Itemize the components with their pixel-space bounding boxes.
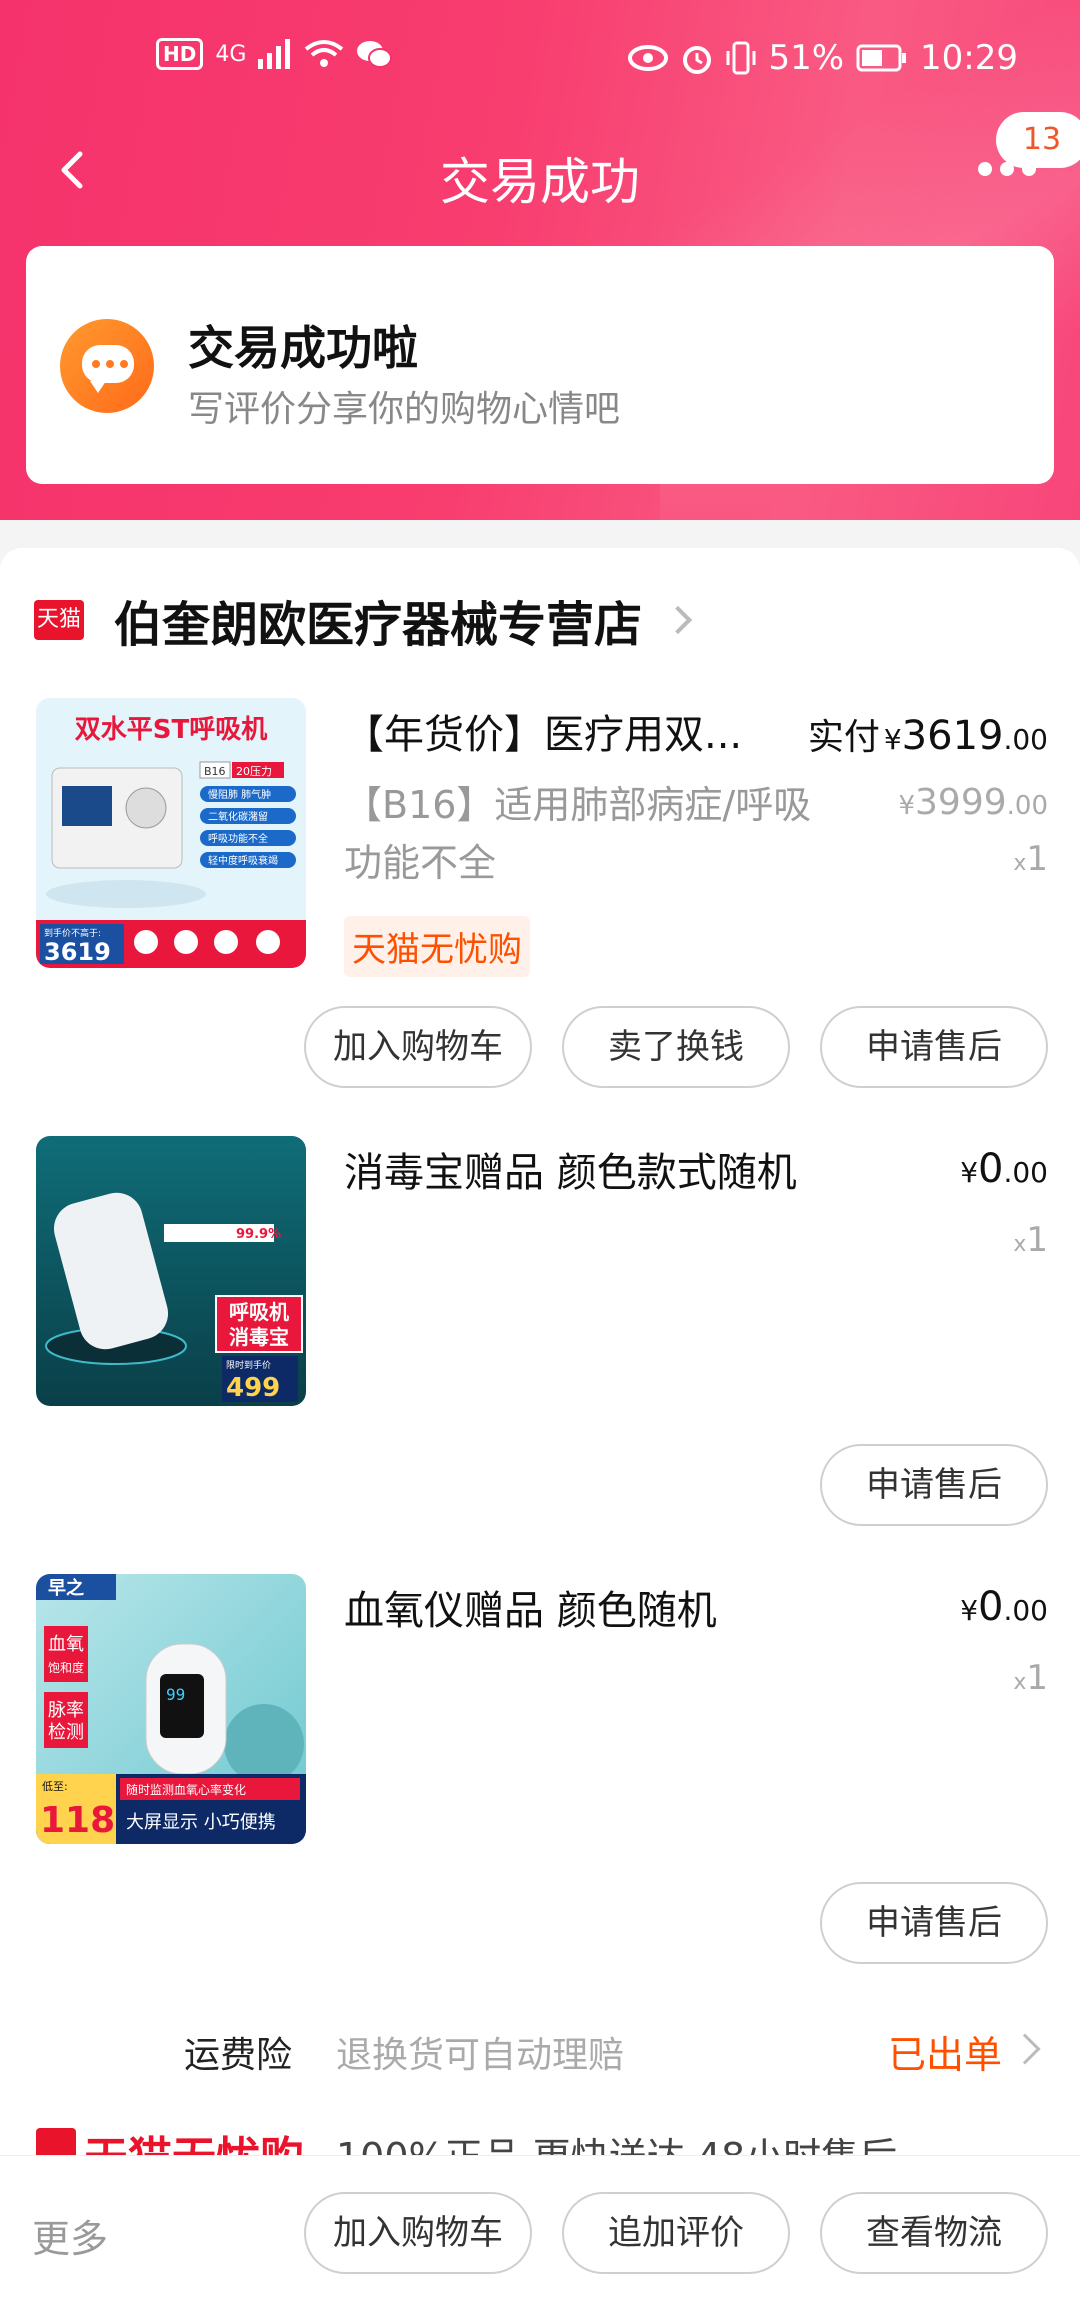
chevron-right-icon (1009, 2033, 1041, 2065)
battery-icon (856, 44, 907, 72)
tmall-icon: 天猫 (34, 600, 84, 640)
after-sales-button[interactable]: 申请售后 (820, 1882, 1048, 1964)
product-spec: 【B16】适用肺部病症/呼吸功能不全 (344, 783, 812, 885)
shipping-insurance-row[interactable]: 运费险 退换货可自动理赔 已出单 (0, 2018, 1080, 2078)
view-logistics-button[interactable]: 查看物流 (820, 2192, 1048, 2274)
add-review-button[interactable]: 追加评价 (562, 2192, 790, 2274)
svg-text:呼吸功能不全: 呼吸功能不全 (208, 832, 268, 845)
quantity: x1 (1013, 1658, 1048, 1698)
add-to-cart-button[interactable]: 加入购物车 (304, 1006, 532, 1088)
price-block: ¥0.00 x1 (960, 1146, 1048, 1260)
shipping-insurance-desc: 退换货可自动理赔 (336, 2035, 625, 2076)
success-subtitle: 写评价分享你的购物心情吧 (188, 389, 621, 430)
success-title: 交易成功啦 (188, 321, 418, 375)
svg-text:慢阻肺 肺气肿: 慢阻肺 肺气肿 (208, 788, 271, 801)
quantity: x1 (1013, 1220, 1048, 1260)
network-label: 4G (215, 41, 247, 67)
product-image[interactable]: 双水平ST呼吸机 B16 20压力 慢阻肺 肺气肿 二氧化碳潴留 呼吸功能不全 … (36, 698, 306, 968)
svg-text:脉率: 脉率 (48, 1700, 84, 1721)
svg-text:99: 99 (166, 1685, 185, 1704)
battery-percent: 51% (768, 38, 845, 78)
store-name[interactable]: 伯奎朗欧医疗器械专营店 (114, 585, 642, 655)
svg-text:消毒宝: 消毒宝 (229, 1325, 289, 1349)
svg-text:随时监测血氧心率变化: 随时监测血氧心率变化 (126, 1782, 246, 1797)
price-block: ¥0.00 x1 (960, 1584, 1048, 1698)
bottom-action-bar: 更多 加入购物车 追加评价 查看物流 (0, 2155, 1080, 2310)
svg-text:低至:: 低至: (42, 1780, 68, 1793)
order-card: 天猫 伯奎朗欧医疗器械专营店 双水平ST呼吸机 B16 20压力 慢阻肺 肺气肿… (0, 548, 1080, 2188)
svg-text:99.9%: 99.9% (236, 1227, 281, 1242)
original-price: ¥3999.00 (898, 782, 1048, 823)
price-block: 实付 ¥3619.00 ¥3999.00 x1 (808, 708, 1048, 879)
svg-text:499: 499 (226, 1373, 280, 1403)
wechat-icon (357, 41, 393, 68)
svg-text:轻中度呼吸衰竭: 轻中度呼吸衰竭 (208, 854, 278, 867)
quantity: x1 (1013, 839, 1048, 879)
after-sales-button[interactable]: 申请售后 (820, 1006, 1048, 1088)
product-title[interactable]: 【年货价】医疗用双... (344, 702, 742, 760)
product-image[interactable]: 99.9% 呼吸机 消毒宝 限时到手价 499 (36, 1136, 306, 1406)
clock-time: 10:29 (920, 38, 1018, 78)
success-card[interactable]: 交易成功啦 写评价分享你的购物心情吧 (26, 246, 1054, 484)
eye-icon (628, 45, 669, 71)
wifi-icon (305, 40, 344, 67)
after-sales-button[interactable]: 申请售后 (820, 1444, 1048, 1526)
notification-badge[interactable]: 13 (996, 112, 1080, 168)
svg-text:限时到手价: 限时到手价 (226, 1359, 271, 1371)
price: ¥0.00 (960, 1146, 1048, 1192)
price: ¥0.00 (960, 1584, 1048, 1630)
add-to-cart-button[interactable]: 加入购物车 (304, 2192, 532, 2274)
paid-price: 实付 ¥3619.00 (807, 713, 1048, 759)
svg-text:血氧: 血氧 (48, 1634, 84, 1655)
svg-text:3619: 3619 (44, 938, 111, 966)
svg-text:检测: 检测 (48, 1722, 84, 1743)
svg-text:双水平ST呼吸机: 双水平ST呼吸机 (75, 715, 267, 745)
more-button[interactable]: 更多 (32, 2208, 108, 2263)
product-title[interactable]: 血氧仪赠品 颜色随机 (344, 1578, 717, 1636)
vibrate-icon (726, 41, 756, 75)
shipping-insurance-status: 已出单 (887, 2033, 1002, 2077)
store-header[interactable]: 天猫 伯奎朗欧医疗器械专营店 (34, 590, 693, 653)
resell-button[interactable]: 卖了换钱 (562, 1006, 790, 1088)
svg-text:饱和度: 饱和度 (48, 1660, 84, 1675)
svg-text:早之: 早之 (48, 1577, 84, 1599)
product-image[interactable]: 早之 血氧 饱和度 脉率 检测 99 低至: 118 随时监测血氧心率变化 大屏… (36, 1574, 306, 1844)
signal-icon (258, 39, 291, 69)
svg-text:118: 118 (40, 1800, 115, 1841)
status-bar: HD 4G 51% 10:29 (0, 38, 1080, 88)
page-title: 交易成功 (440, 153, 640, 211)
svg-text:大屏显示 小巧便携: 大屏显示 小巧便携 (126, 1812, 276, 1833)
svg-text:20压力: 20压力 (236, 765, 272, 778)
svg-text:B16: B16 (204, 765, 226, 778)
product-title[interactable]: 消毒宝赠品 颜色款式随机 (344, 1140, 797, 1198)
svg-text:呼吸机: 呼吸机 (229, 1300, 289, 1324)
chat-bubble-icon (60, 319, 154, 413)
hd-icon: HD (156, 38, 204, 70)
chevron-right-icon (663, 605, 693, 635)
svg-text:二氧化碳潴留: 二氧化碳潴留 (208, 810, 268, 823)
alarm-icon (683, 46, 712, 74)
shipping-insurance-label: 运费险 (184, 2035, 293, 2076)
tmall-guarantee-tag: 天猫无忧购 (344, 916, 530, 977)
